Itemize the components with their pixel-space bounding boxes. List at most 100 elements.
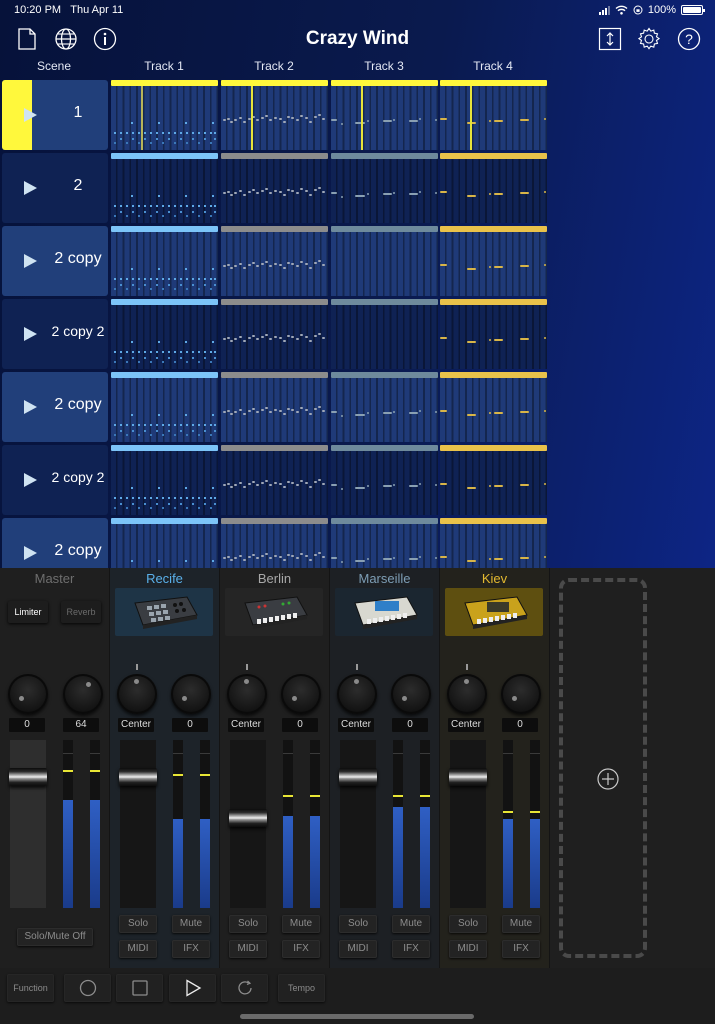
tempo-button[interactable]: Tempo [278,974,325,1002]
volume-fader[interactable] [229,740,267,908]
home-indicator[interactable] [240,1014,474,1019]
clip-slot[interactable] [331,518,438,568]
clip-slot[interactable] [331,299,438,369]
fader-handle[interactable] [449,768,487,786]
volume-fader[interactable] [339,740,377,908]
loop-button[interactable] [221,974,268,1002]
mute-button[interactable]: Mute [392,915,430,933]
clip-slot[interactable] [440,518,547,568]
clip-slot[interactable] [221,153,328,223]
play-button[interactable] [169,974,216,1002]
instrument-thumbnail[interactable] [115,588,213,636]
note [269,192,272,194]
clip-slot[interactable] [221,372,328,442]
plus-circle-icon[interactable] [597,768,619,790]
mute-button[interactable]: Mute [502,915,540,933]
clip-slot[interactable] [221,80,328,150]
mute-button[interactable]: Mute [172,915,210,933]
clip-slot[interactable] [221,299,328,369]
ifx-button[interactable]: IFX [392,940,430,958]
ifx-button[interactable]: IFX [502,940,540,958]
clip-slot[interactable] [331,80,438,150]
solo-button[interactable]: Solo [339,915,377,933]
clip-slot[interactable] [331,372,438,442]
clip-slot[interactable] [111,226,218,296]
clip-slot[interactable] [331,226,438,296]
pan-knob[interactable] [447,674,487,714]
pan-knob[interactable] [227,674,267,714]
add-track-slot[interactable] [559,578,647,958]
pan-knob[interactable] [337,674,377,714]
solo-button[interactable]: Solo [229,915,267,933]
solo-button[interactable]: Solo [449,915,487,933]
gear-icon[interactable] [636,26,662,52]
note [265,334,268,336]
channel-name[interactable]: Marseille [330,571,439,586]
midi-button[interactable]: MIDI [449,940,487,958]
scene-launch-button[interactable]: 2 copy [2,372,108,442]
stop-button[interactable] [116,974,163,1002]
volume-fader[interactable] [449,740,487,908]
track-header[interactable]: Track 3 [330,59,438,73]
master-knob-1[interactable] [8,674,48,714]
send-knob[interactable] [391,674,431,714]
clip-slot[interactable] [440,445,547,515]
channel-name[interactable]: Recife [110,571,219,586]
fader-handle[interactable] [9,768,47,786]
clip-slot[interactable] [111,80,218,150]
instrument-thumbnail[interactable] [335,588,433,636]
clip-slot[interactable] [440,226,547,296]
midi-button[interactable]: MIDI [339,940,377,958]
master-knob-2[interactable] [63,674,103,714]
track-header[interactable]: Track 4 [439,59,547,73]
fader-handle[interactable] [339,768,377,786]
clip-slot[interactable] [111,445,218,515]
fader-handle[interactable] [119,768,157,786]
clip-slot[interactable] [111,518,218,568]
clip-slot[interactable] [331,153,438,223]
resize-vertical-icon[interactable] [597,26,623,52]
track-header[interactable]: Track 2 [220,59,328,73]
mute-button[interactable]: Mute [282,915,320,933]
channel-name[interactable]: Berlin [220,571,329,586]
midi-button[interactable]: MIDI [119,940,157,958]
solo-button[interactable]: Solo [119,915,157,933]
clip-slot[interactable] [221,445,328,515]
clip-slot[interactable] [221,518,328,568]
clip-slot[interactable] [440,299,547,369]
help-icon[interactable]: ? [676,26,702,52]
clip-slot[interactable] [440,153,547,223]
clip-slot[interactable] [111,299,218,369]
send-knob[interactable] [281,674,321,714]
scene-launch-button[interactable]: 2 copy 2 [2,299,108,369]
track-header[interactable]: Track 1 [110,59,218,73]
solo-mute-off-button[interactable]: Solo/Mute Off [17,928,93,946]
instrument-thumbnail[interactable] [225,588,323,636]
scene-launch-button[interactable]: 2 copy 2 [2,445,108,515]
midi-button[interactable]: MIDI [229,940,267,958]
reverb-button[interactable]: Reverb [61,601,101,623]
scene-launch-button[interactable]: 2 [2,153,108,223]
scene-launch-button[interactable]: 2 copy [2,226,108,296]
ifx-button[interactable]: IFX [172,940,210,958]
scene-launch-button[interactable]: 1 [2,80,108,150]
instrument-thumbnail[interactable] [445,588,543,636]
ifx-button[interactable]: IFX [282,940,320,958]
fader-handle[interactable] [229,809,267,827]
record-button[interactable] [64,974,111,1002]
function-button[interactable]: Function [7,974,54,1002]
clip-slot[interactable] [221,226,328,296]
master-fader[interactable] [9,740,47,908]
channel-name[interactable]: Kiev [440,571,549,586]
pan-knob[interactable] [117,674,157,714]
clip-slot[interactable] [440,80,547,150]
scene-launch-button[interactable]: 2 copy [2,518,108,568]
clip-slot[interactable] [331,445,438,515]
send-knob[interactable] [171,674,211,714]
send-knob[interactable] [501,674,541,714]
clip-slot[interactable] [440,372,547,442]
volume-fader[interactable] [119,740,157,908]
limiter-button[interactable]: Limiter [8,601,48,623]
clip-slot[interactable] [111,372,218,442]
clip-slot[interactable] [111,153,218,223]
